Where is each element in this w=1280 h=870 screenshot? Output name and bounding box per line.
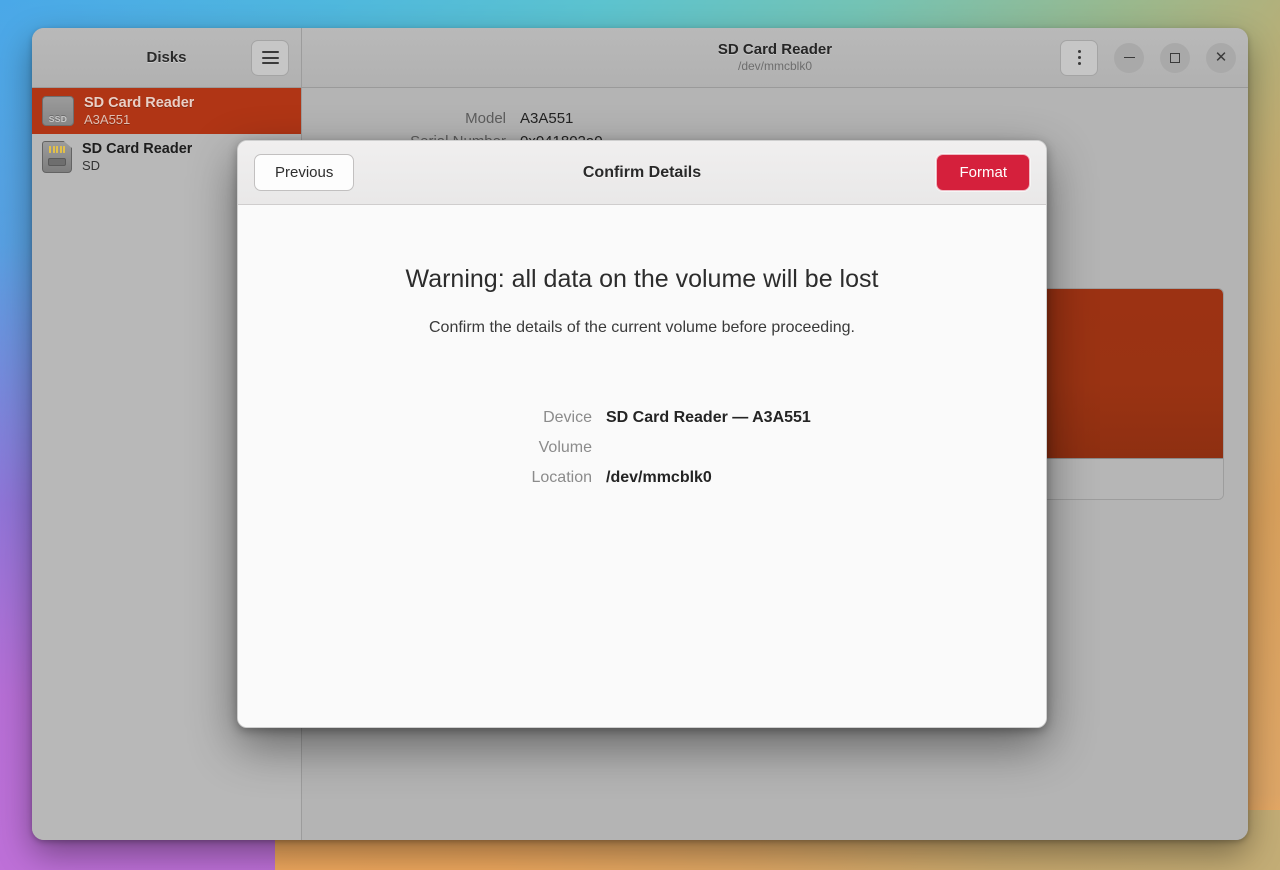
sidebar-item-labels: SD Card Reader SD [82,141,192,174]
maximize-icon [1170,52,1180,63]
close-button[interactable]: ✕ [1206,42,1236,73]
detail-value-location: /dev/mmcblk0 [606,469,712,486]
warning-heading: Warning: all data on the volume will be … [405,265,879,293]
sidebar-header: Disks [32,28,302,87]
kebab-menu-button[interactable] [1060,39,1098,76]
sidebar-item-name: SD Card Reader [84,94,195,111]
confirm-details-dialog: Previous Confirm Details Format Warning:… [237,140,1047,728]
sd-card-icon [42,141,72,173]
detail-value-device: SD Card Reader — A3A551 [606,409,811,426]
sd-card-pins [49,146,65,153]
dialog-title: Confirm Details [582,163,702,181]
minimize-button[interactable] [1114,42,1144,73]
format-button[interactable]: Format [936,154,1030,191]
window-controls: ✕ [1060,39,1236,76]
sd-card-slot [48,158,66,166]
detail-key-volume: Volume [538,439,592,456]
detail-key-device: Device [543,409,592,426]
minimize-icon [1123,56,1135,59]
sidebar-item-sub: SD [82,157,101,173]
sidebar-item-sub: A3A551 [84,111,131,127]
hamburger-icon [261,51,279,64]
sidebar-item-name: SD Card Reader [82,140,193,157]
sidebar-item-labels: SD Card Reader A3A551 [84,95,194,128]
detail-key-location: Location [531,469,593,486]
dialog-body: Warning: all data on the volume will be … [238,205,1046,727]
maximize-button[interactable] [1160,42,1190,73]
sidebar-item-sd-card-reader-a3a551[interactable]: SSD SD Card Reader A3A551 [32,88,301,134]
property-value-model: A3A551 [520,110,574,127]
ssd-drive-icon: SSD [42,96,74,126]
hamburger-menu-button[interactable] [251,39,289,76]
close-icon: ✕ [1214,49,1228,66]
kebab-menu-icon [1077,50,1081,65]
warning-subtext: Confirm the details of the current volum… [428,319,855,336]
ssd-icon-label: SSD [48,114,68,124]
property-key-model: Model [465,110,506,127]
detail-value-volume [606,439,992,457]
confirm-details-list: Device SD Card Reader — A3A551 Volume Lo… [292,409,992,487]
previous-button[interactable]: Previous [254,154,355,191]
desktop-background: Disks SD Card Reader /dev/mmcblk0 ✕ SSD … [0,0,1280,870]
content-header: SD Card Reader /dev/mmcblk0 ✕ [302,28,1248,87]
dialog-header: Previous Confirm Details Format [238,141,1046,205]
window-titlebar: Disks SD Card Reader /dev/mmcblk0 ✕ [32,28,1248,88]
